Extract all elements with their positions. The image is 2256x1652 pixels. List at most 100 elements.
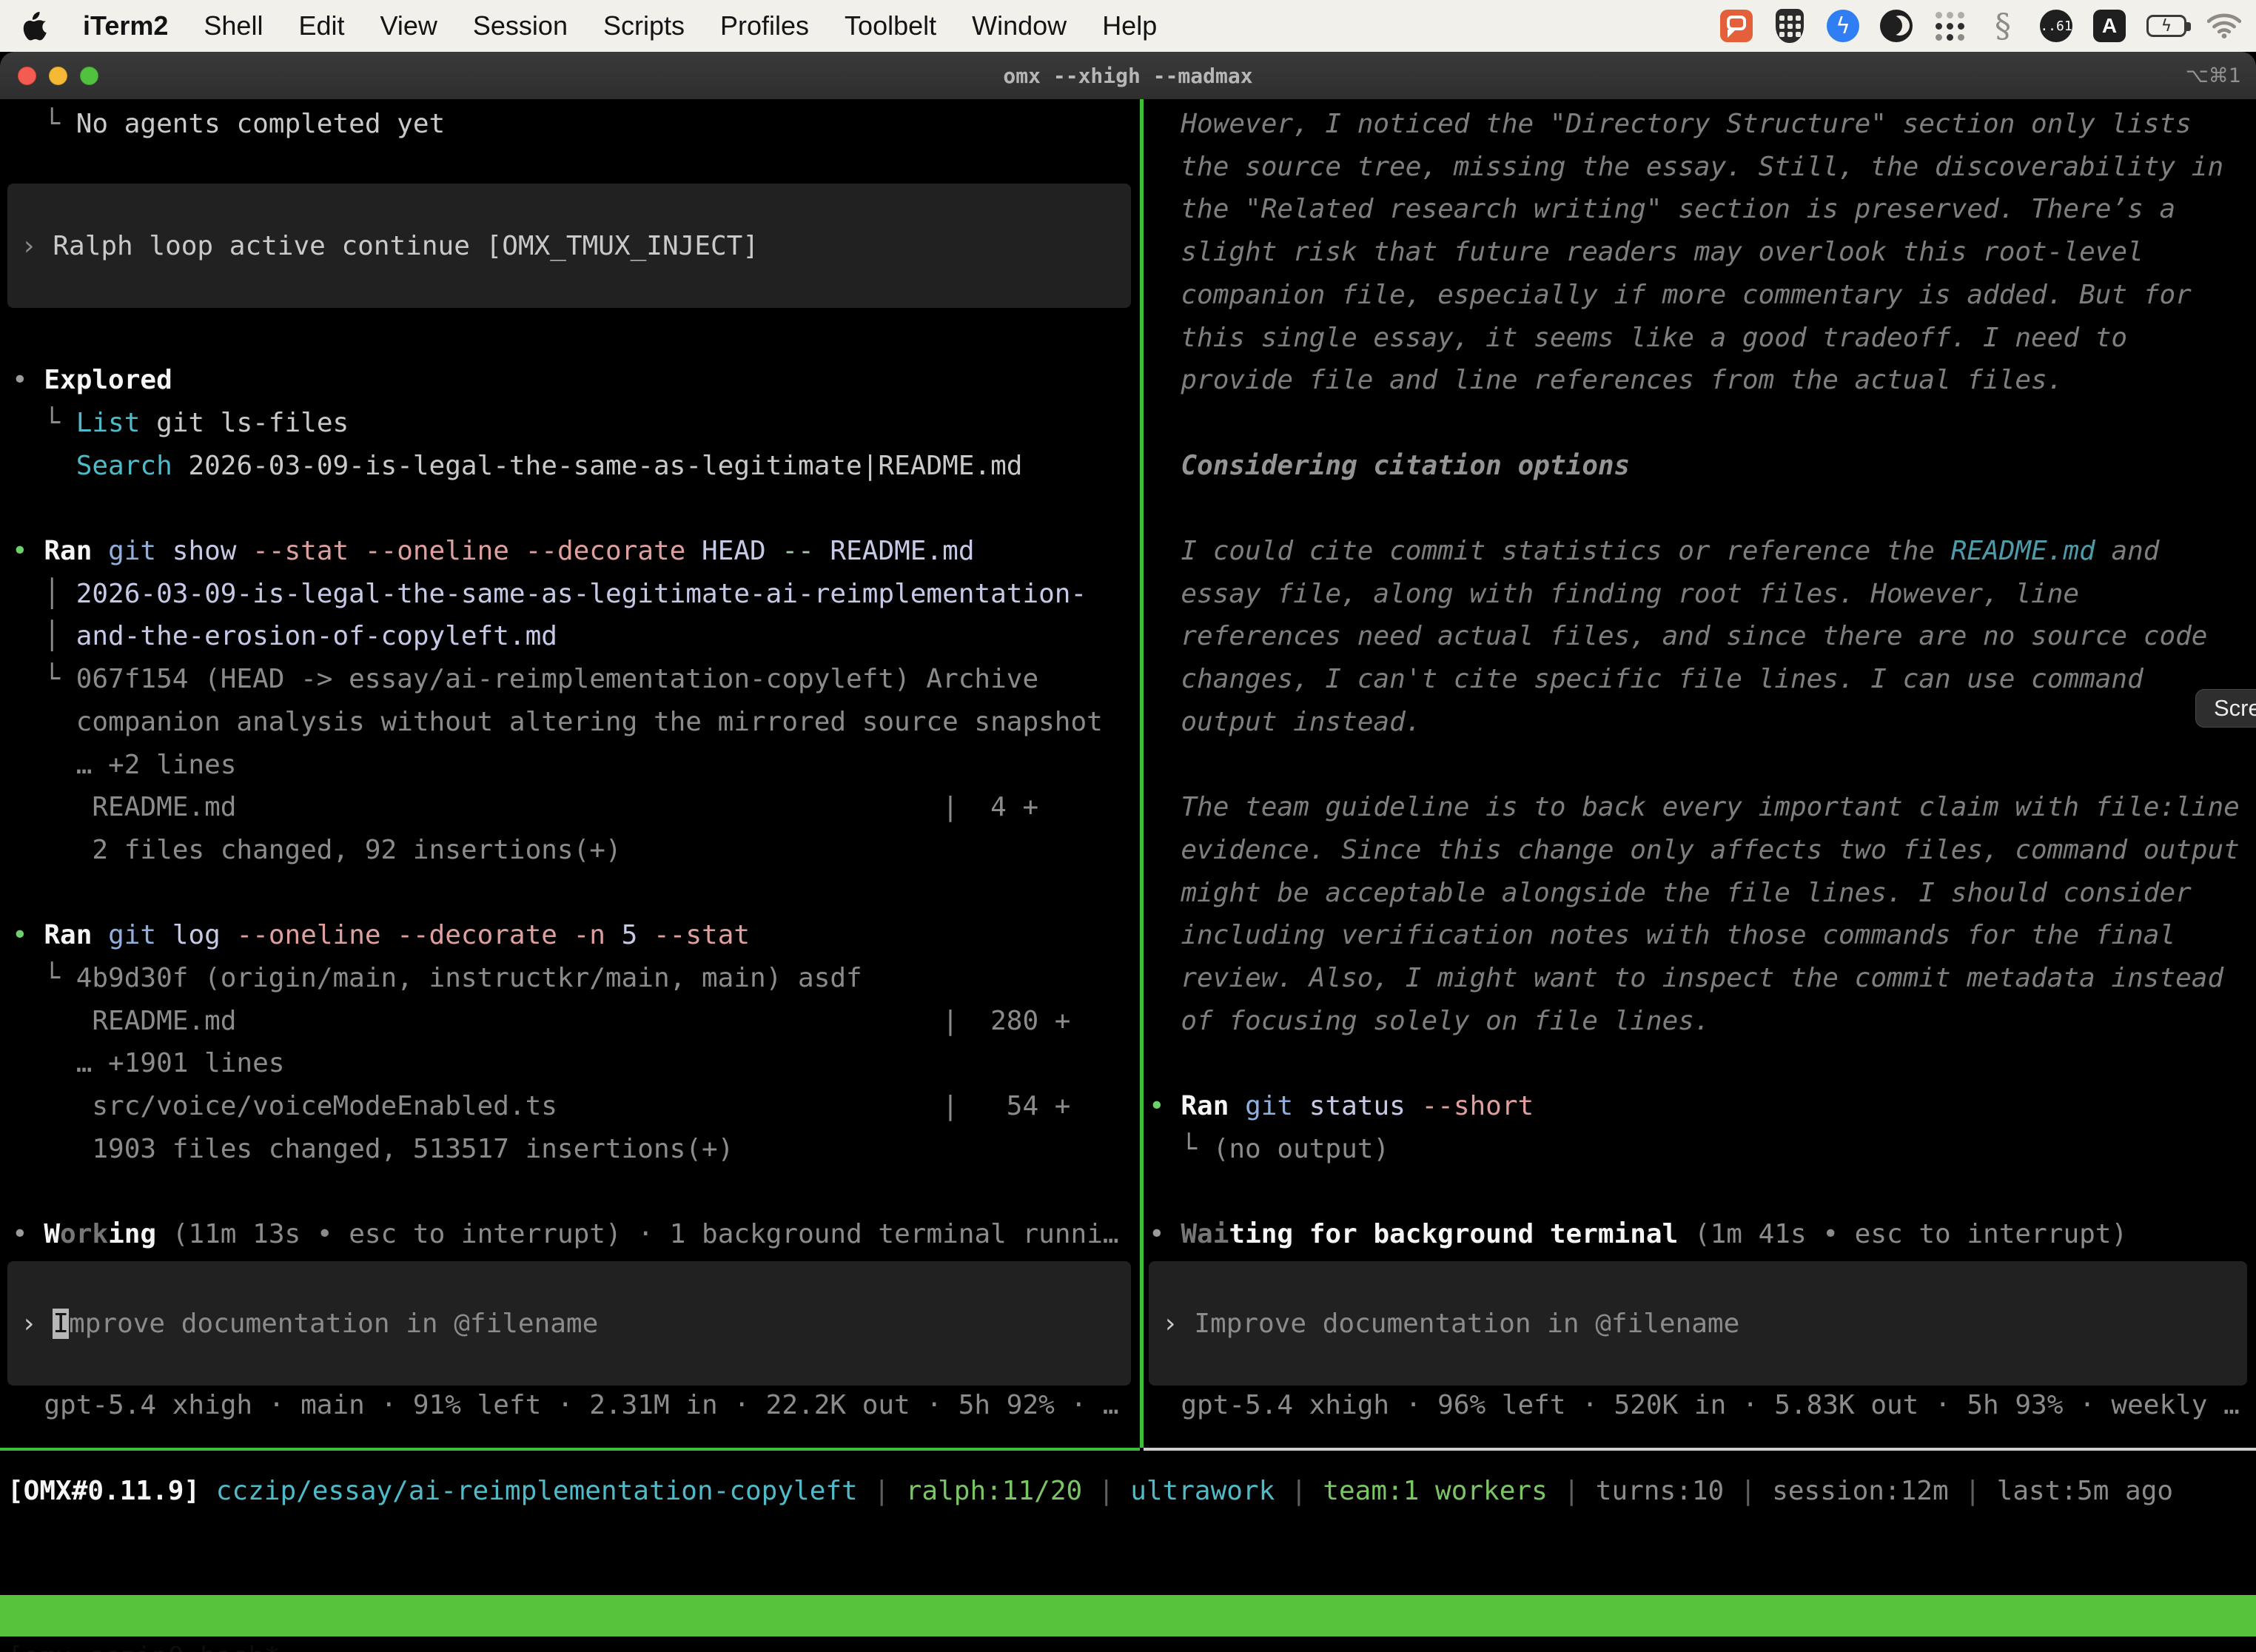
text-segment: However, I noticed the "Directory Struct…	[1149, 109, 2192, 139]
text-segment: I	[53, 1309, 69, 1339]
terminal-line: 1903 files changed, 513517 insertions(+)	[12, 1128, 733, 1171]
text-segment: W	[44, 1219, 60, 1249]
terminal-line: companion file, especially if more comme…	[1149, 274, 2192, 317]
moon-circle-icon[interactable]	[1880, 8, 1913, 44]
text-segment: team:1 workers	[1323, 1476, 1547, 1506]
text-segment: … +2 lines	[12, 750, 236, 780]
terminal-line: I could cite commit statistics or refere…	[1149, 530, 2159, 573]
terminal-line: 2 files changed, 92 insertions(+)	[12, 829, 622, 872]
menu-item-scripts[interactable]: Scripts	[585, 10, 702, 41]
text-segment: ›	[21, 1309, 53, 1339]
text-segment: •	[12, 920, 44, 950]
terminal-line: └ List git ls-files	[12, 402, 349, 445]
text-segment: |	[858, 1476, 906, 1506]
terminal-line: README.md | 4 +	[12, 786, 1038, 829]
text-segment: slight risk that future readers may over…	[1149, 237, 2143, 267]
menu-item-edit[interactable]: Edit	[281, 10, 362, 41]
keyboard-layout-icon[interactable]: A	[2093, 8, 2126, 44]
terminal-line: evidence. Since this change only affects…	[1149, 829, 2240, 872]
grid-shield-icon[interactable]	[1773, 8, 1806, 44]
text-segment: --	[766, 536, 814, 566]
menu-item-toolbelt[interactable]: Toolbelt	[827, 10, 954, 41]
text-segment: session:12m	[1772, 1476, 1948, 1506]
window-title-bar: omx --xhigh --madmax ⌥⌘1	[0, 52, 2256, 99]
text-segment: --short	[1406, 1091, 1534, 1121]
wifi-icon[interactable]	[2207, 8, 2241, 44]
terminal-line: • Ran git log --oneline --decorate -n 5 …	[12, 914, 750, 957]
text-segment: Ran	[44, 536, 92, 566]
ralph-loop-banner: › Ralph loop active continue [OMX_TMUX_I…	[7, 184, 1131, 308]
terminal-line: slight risk that future readers may over…	[1149, 231, 2143, 274]
terminal-line: │ 2026-03-09-is-legal-the-same-as-legiti…	[12, 573, 1087, 616]
screen-indicator-pill[interactable]: Scre	[2195, 689, 2256, 728]
text-segment: essay file, along with finding root file…	[1149, 579, 2079, 609]
dots-grid-icon[interactable]	[1933, 8, 1966, 44]
apple-menu-icon[interactable]	[22, 10, 47, 41]
apple-logo-icon	[22, 10, 47, 41]
terminal-line: The team guideline is to back every impo…	[1149, 786, 2240, 829]
text-segment: (1m 41s • esc to interrupt)	[1678, 1219, 2127, 1249]
text-segment: ork	[60, 1219, 108, 1249]
menu-items: iTerm2ShellEditViewSessionScriptsProfile…	[70, 10, 1175, 41]
omx-status-line: [OMX#0.11.9] cczip/essay/ai-reimplementa…	[7, 1470, 2173, 1513]
text-segment: Ran	[1181, 1091, 1229, 1121]
text-segment: might be acceptable alongside the file l…	[1149, 878, 2192, 908]
text-segment: •	[12, 365, 44, 395]
terminal-line: • Working (11m 13s • esc to interrupt) ·…	[12, 1213, 1119, 1256]
text-segment: src/voice/voiceModeEnabled.ts | 54 +	[12, 1091, 1070, 1121]
text-segment: Improve documentation in @filename	[1194, 1309, 1739, 1339]
text-segment: ›	[21, 231, 53, 261]
text-segment: •	[12, 1219, 44, 1249]
chat-app-icon[interactable]	[1720, 8, 1753, 44]
menu-item-window[interactable]: Window	[954, 10, 1084, 41]
tmux-pane-right[interactable]: However, I noticed the "Directory Struct…	[1144, 99, 2256, 1448]
menu-item-iterm2[interactable]: iTerm2	[70, 10, 186, 41]
terminal-content: └ No agents completed yet• Explored └ Li…	[0, 99, 2256, 1652]
text-segment: └	[12, 109, 76, 139]
text-segment: README.md | 4 +	[12, 792, 1038, 822]
text-segment: |	[1724, 1476, 1772, 1506]
menu-item-shell[interactable]: Shell	[186, 10, 281, 41]
battery-charging-icon[interactable]: ϟ	[2146, 8, 2186, 44]
text-segment: this single essay, it seems like a good …	[1149, 323, 2127, 353]
text-segment: changes, I can't cite specific file line…	[1149, 664, 2143, 694]
text-segment: I could cite commit statistics or refere…	[1149, 536, 1951, 566]
text-segment: 2026-03-09-is-legal-the-same-as-legitima…	[76, 579, 1087, 609]
text-segment: └ 4b9d30f (origin/main, instructkr/main,…	[12, 963, 862, 993]
tmux-session-label: [omx-cczip0:bash*	[7, 1636, 280, 1652]
terminal-line: companion analysis without altering the …	[12, 701, 1103, 744]
terminal-line: changes, I can't cite specific file line…	[1149, 658, 2143, 701]
text-segment: last:5m ago	[1997, 1476, 2173, 1506]
menu-bar: iTerm2ShellEditViewSessionScriptsProfile…	[0, 0, 2256, 52]
menu-item-profiles[interactable]: Profiles	[702, 10, 827, 41]
lightning-badge-icon[interactable]: ϟ	[1827, 8, 1859, 44]
text-segment: README.md	[814, 536, 975, 566]
text-segment: 2 files changed, 92 insertions(+)	[12, 835, 622, 865]
terminal-line: │ and-the-erosion-of-copyleft.md	[12, 615, 557, 658]
tmux-pane-left[interactable]: └ No agents completed yet• Explored └ Li…	[0, 99, 1140, 1448]
terminal-line: However, I noticed the "Directory Struct…	[1149, 103, 2192, 146]
left-prompt-input[interactable]: › Improve documentation in @filename	[7, 1261, 1131, 1386]
text-segment: evidence. Since this change only affects…	[1149, 835, 2240, 865]
terminal-line: • Waiting for background terminal (1m 41…	[1149, 1213, 2127, 1256]
text-segment: ing	[108, 1219, 156, 1249]
squiggle-icon[interactable]: §	[1987, 8, 2019, 44]
terminal-line: Considering citation options	[1149, 445, 1630, 488]
terminal-line: gpt-5.4 xhigh · 96% left · 520K in · 5.8…	[1149, 1384, 2240, 1427]
terminal-line: this single essay, it seems like a good …	[1149, 317, 2127, 360]
text-segment: Ralph loop active continue [OMX_TMUX_INJ…	[53, 231, 759, 261]
text-segment: └ (no output)	[1149, 1134, 1389, 1164]
menu-item-session[interactable]: Session	[455, 10, 585, 41]
menu-item-view[interactable]: View	[363, 10, 455, 41]
terminal-line: … +2 lines	[12, 744, 236, 787]
text-segment: ultrawork	[1130, 1476, 1275, 1506]
terminal-line: └ 067f154 (HEAD -> essay/ai-reimplementa…	[12, 658, 1038, 701]
percent-circle-icon[interactable]: ..61	[2040, 8, 2072, 44]
text-segment: log	[156, 920, 221, 950]
menu-item-help[interactable]: Help	[1084, 10, 1175, 41]
terminal-line: essay file, along with finding root file…	[1149, 573, 2079, 616]
right-prompt-input[interactable]: › Improve documentation in @filename	[1149, 1261, 2247, 1386]
terminal-line: └ No agents completed yet	[12, 103, 445, 146]
text-segment: Considering citation options	[1149, 451, 1630, 481]
text-segment: └	[12, 408, 76, 438]
